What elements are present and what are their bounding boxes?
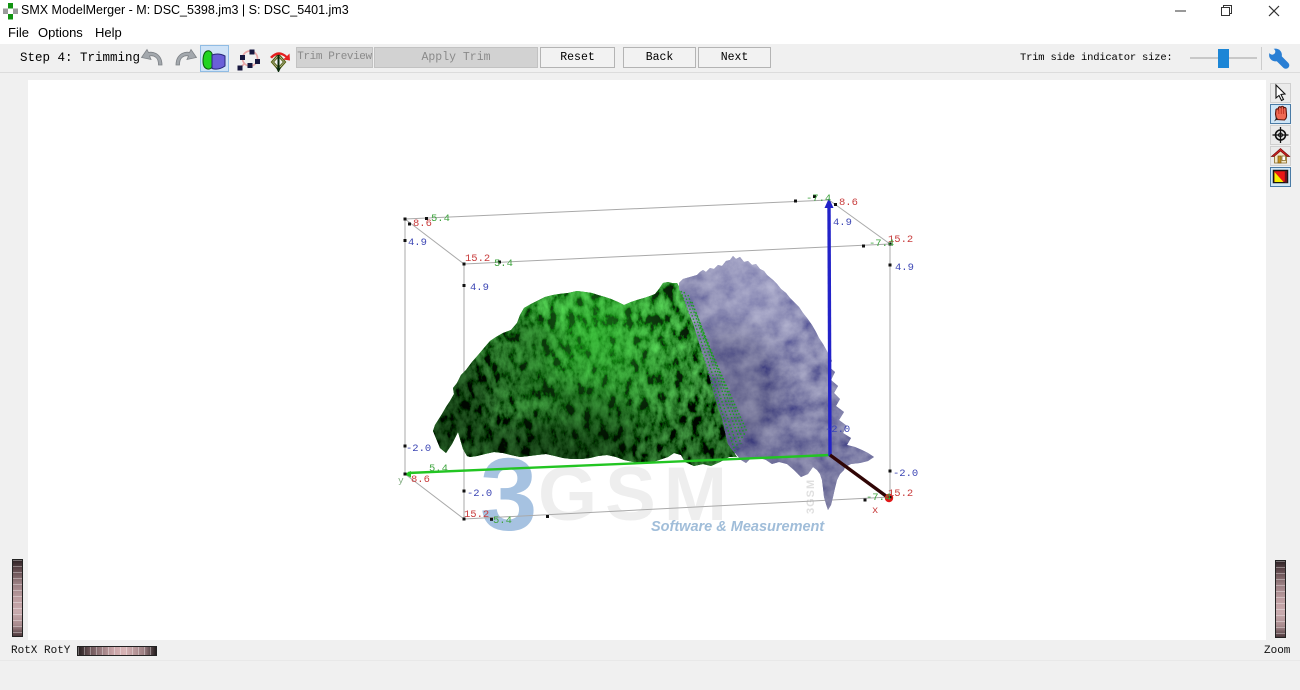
svg-text:5.4: 5.4 <box>429 463 448 475</box>
svg-text:8.6: 8.6 <box>839 197 858 209</box>
svg-text:15.2: 15.2 <box>465 253 490 265</box>
svg-text:3GSM: 3GSM <box>805 479 817 514</box>
svg-text:Software & Measurement: Software & Measurement <box>651 519 825 535</box>
svg-text:8.6: 8.6 <box>411 474 430 486</box>
svg-text:4.9: 4.9 <box>408 237 427 249</box>
svg-text:-7.4: -7.4 <box>806 193 831 205</box>
svg-text:-2.0: -2.0 <box>893 468 918 480</box>
svg-text:4.9: 4.9 <box>470 282 489 294</box>
svg-text:x: x <box>872 505 878 517</box>
svg-text:5.4: 5.4 <box>494 258 513 270</box>
svg-text:-7.4: -7.4 <box>866 492 891 504</box>
svg-text:-7.4: -7.4 <box>869 238 894 250</box>
svg-text:-2.0: -2.0 <box>406 443 431 455</box>
svg-text:-2.0: -2.0 <box>467 488 492 500</box>
svg-text:5.4: 5.4 <box>431 213 450 225</box>
svg-text:5.4: 5.4 <box>493 515 512 527</box>
svg-text:4.9: 4.9 <box>833 217 852 229</box>
svg-text:y: y <box>398 475 404 486</box>
svg-text:15.2: 15.2 <box>888 488 913 500</box>
svg-text:-2.0: -2.0 <box>825 424 850 436</box>
svg-text:8.6: 8.6 <box>413 218 432 230</box>
svg-text:15.2: 15.2 <box>464 509 489 521</box>
svg-text:4.9: 4.9 <box>895 262 914 274</box>
